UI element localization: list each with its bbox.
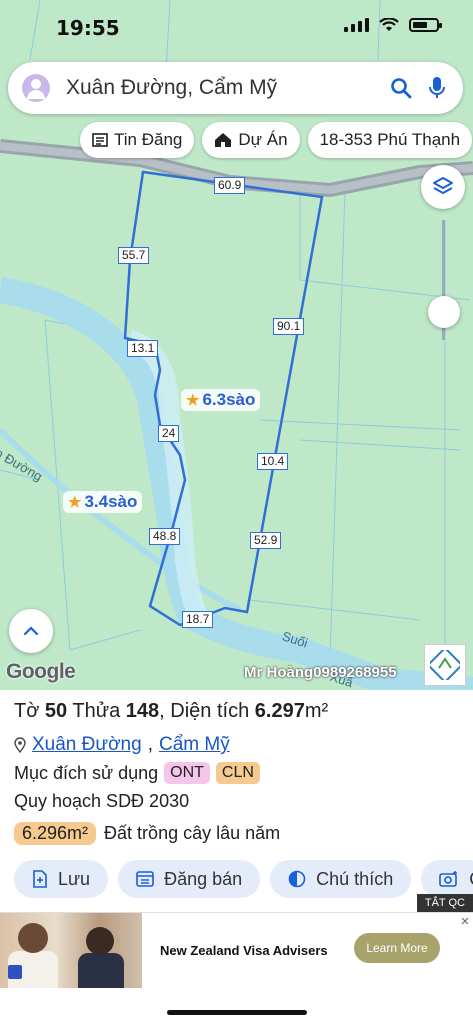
add-document-icon [33,870,47,888]
post-for-sale-button[interactable]: Đăng bán [118,860,261,898]
segment-label: 52.9 [250,532,282,549]
opacity-slider-handle[interactable] [428,296,460,328]
land-plan-heading: Quy hoạch SDĐ 2030 [14,791,190,811]
location-pin-icon [14,737,26,753]
ad-close-icon[interactable]: ✕ [457,913,473,929]
close-ad-button[interactable]: TẮT QC [416,894,473,912]
search-bar[interactable]: Xuân Đường, Cẩm Mỹ [8,62,463,114]
plan-land-use: Đất trồng cây lâu năm [104,823,281,843]
segment-label: 55.7 [118,247,150,264]
star-icon: ★ [186,392,200,409]
contrast-icon [288,870,306,888]
watermark-text: Mr Hoàng0989268955 [244,664,397,681]
tag-ont: ONT [164,762,210,784]
home-indicator[interactable] [167,1010,307,1015]
layers-button[interactable] [421,165,465,209]
bottom-safe-area [0,988,473,1024]
layers-icon [433,177,453,194]
clock: 19:55 [56,16,120,40]
chevron-up-icon [23,626,39,636]
search-input[interactable]: Xuân Đường, Cẩm Mỹ [66,76,383,100]
chip-tin-dang[interactable]: Tin Đăng [80,122,195,158]
chip-du-an[interactable]: Dự Án [202,122,300,158]
parcel-address: Xuân Đường, Cẩm Mỹ [14,734,230,756]
flag-icon [8,965,22,979]
chip-location[interactable]: 18-353 Phú Thạnh [307,122,473,158]
filter-chips: Tin Đăng Dự Án 18-353 Phú Thạnh [80,122,473,158]
wifi-icon [379,18,399,31]
status-bar: 19:55 [0,0,473,56]
plan-area-value: 6.296m² [14,822,97,845]
parcel-area-marker[interactable]: ★ 3.4sào [63,491,143,513]
action-bar: Lưu Đăng bán Chú thích C [14,860,473,898]
ad-learn-more-button[interactable]: Learn More [354,933,440,963]
segment-label: 13.1 [127,340,159,357]
avatar[interactable] [22,74,50,102]
segment-label: 90.1 [273,318,305,335]
camera-icon [439,871,458,887]
listing-icon [136,871,154,887]
battery-icon [409,18,442,32]
screenshot-button[interactable]: C [421,860,473,898]
land-use-purpose: Mục đích sử dụng ONT CLN [14,762,260,784]
expand-button[interactable] [9,609,53,653]
house-icon [215,133,232,147]
parcel-info-panel: Tờ 50 Thửa 148, Diện tích 6.297m² Xuân Đ… [0,690,473,912]
google-logo: Google [6,660,76,683]
plan-area-row: 6.296m² Đất trồng cây lâu năm [14,822,280,845]
star-icon: ★ [68,494,82,511]
parcel-title: Tờ 50 Thửa 148, Diện tích 6.297m² [14,700,329,722]
parcel-area-marker[interactable]: ★ 6.3sào [181,389,261,411]
microphone-icon[interactable] [419,70,455,106]
brand-logo [424,644,466,686]
ad-banner[interactable]: New Zealand Visa Advisers Learn More ✕ [0,912,473,989]
segment-label: 48.8 [149,528,181,545]
district-link[interactable]: Cẩm Mỹ [159,734,230,756]
tag-cln: CLN [215,762,260,784]
cellular-signal-icon [344,18,369,32]
segment-label: 10.4 [257,453,289,470]
segment-label: 18.7 [182,611,214,628]
ad-title: New Zealand Visa Advisers [160,943,328,958]
ward-link[interactable]: Xuân Đường [32,734,142,756]
search-icon[interactable] [383,70,419,106]
legend-button[interactable]: Chú thích [270,860,412,898]
news-icon [92,133,108,147]
segment-label: 24 [158,425,180,442]
save-button[interactable]: Lưu [14,860,109,898]
segment-label: 60.9 [214,177,246,194]
